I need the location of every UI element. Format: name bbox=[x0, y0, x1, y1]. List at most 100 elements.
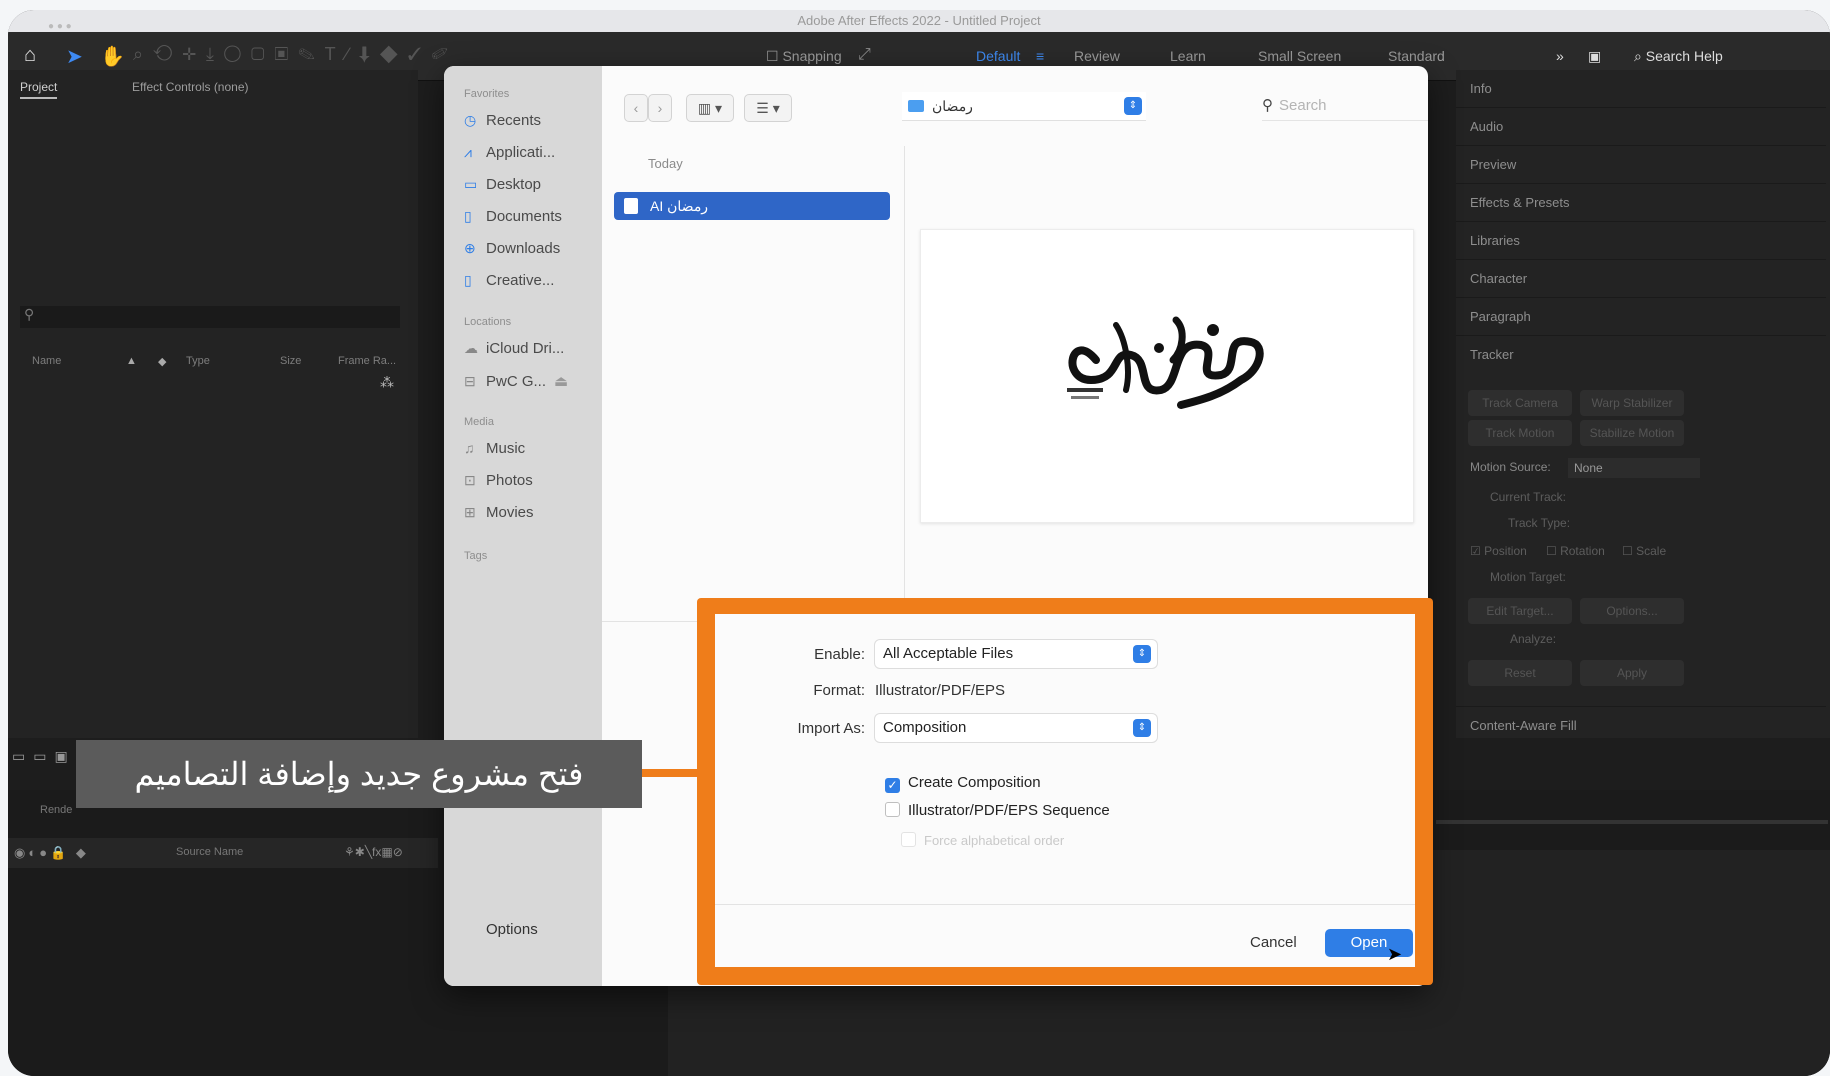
tab-effect-controls[interactable]: Effect Controls (none) bbox=[132, 80, 249, 94]
stabilize-motion-button[interactable]: Stabilize Motion bbox=[1580, 420, 1684, 446]
analyze-label: Analyze: bbox=[1510, 632, 1557, 646]
time-ruler[interactable] bbox=[1436, 790, 1828, 824]
cancel-button[interactable]: Cancel bbox=[1250, 934, 1297, 951]
locations-header: Locations bbox=[464, 316, 512, 328]
sidebar-item-documents[interactable]: ▯ Documents bbox=[464, 208, 562, 225]
sidebar-item-music[interactable]: ♫ Music bbox=[464, 440, 525, 457]
file-icon bbox=[624, 198, 638, 214]
warp-stabilizer-button[interactable]: Warp Stabilizer bbox=[1580, 390, 1684, 416]
sidebar-item-creative[interactable]: ▯ Creative... bbox=[464, 272, 554, 289]
create-composition-checkbox[interactable]: ✓ Create Composition bbox=[885, 774, 1041, 793]
snapping-label: Snapping bbox=[782, 48, 842, 64]
panel-paragraph[interactable]: Paragraph bbox=[1456, 298, 1826, 336]
position-label: Position bbox=[1484, 544, 1527, 558]
sidebar-item-downloads[interactable]: ⊕ Downloads bbox=[464, 240, 560, 257]
options-button[interactable]: Options bbox=[486, 921, 538, 938]
reset-button[interactable]: Reset bbox=[1468, 660, 1572, 686]
calligraphy-artwork bbox=[1067, 316, 1264, 409]
column-size[interactable]: Size bbox=[280, 355, 301, 367]
scale-checkbox[interactable]: ☐ Scale bbox=[1622, 544, 1666, 558]
sidebar-label: Recents bbox=[486, 112, 542, 129]
column-name[interactable]: Name bbox=[32, 355, 61, 367]
project-panel: Project Effect Controls (none) ⚲ Name ▲ … bbox=[8, 70, 418, 764]
group-button[interactable]: ☰ ▾ bbox=[744, 94, 792, 122]
tab-project[interactable]: Project bbox=[20, 80, 58, 99]
sidebar-item-desktop[interactable]: ▭ Desktop bbox=[464, 176, 541, 193]
panel-toggle-icon[interactable]: ▣ bbox=[1588, 48, 1601, 65]
checkbox-disabled bbox=[901, 832, 916, 847]
eject-icon[interactable]: ⏏ bbox=[554, 373, 568, 390]
checkbox-empty bbox=[885, 802, 900, 817]
options-button-tracker[interactable]: Options... bbox=[1580, 598, 1684, 624]
sidebar-label: Downloads bbox=[486, 240, 561, 257]
panel-info[interactable]: Info bbox=[1456, 70, 1826, 108]
app-title: Adobe After Effects 2022 - Untitled Proj… bbox=[797, 13, 1041, 28]
create-composition-label: Create Composition bbox=[908, 774, 1041, 791]
media-header: Media bbox=[464, 416, 494, 428]
enable-select[interactable]: All Acceptable Files ⇕ bbox=[875, 640, 1157, 668]
hand-tool-icon[interactable]: ✋ bbox=[100, 44, 125, 69]
column-frame-rate[interactable]: Frame Ra... bbox=[338, 355, 396, 367]
sidebar-label: Documents bbox=[486, 208, 562, 225]
finder-sidebar: Favorites ◷ Recents ⩘ Applicati... ▭ Deskto… bbox=[444, 66, 602, 986]
sidebar-item-pwc[interactable]: ⊟ PwC G... ⏏ bbox=[464, 372, 568, 390]
workspace-default[interactable]: Default bbox=[976, 48, 1020, 64]
edit-target-button[interactable]: Edit Target... bbox=[1468, 598, 1572, 624]
workspace-standard[interactable]: Standard bbox=[1388, 48, 1445, 64]
snapping-checkbox[interactable]: ☐ Snapping bbox=[766, 48, 842, 65]
folder-path-select[interactable]: رمضان ⇕ bbox=[902, 92, 1146, 121]
sidebar-item-applications[interactable]: ⩘ Applicati... bbox=[464, 144, 555, 161]
format-value: Illustrator/PDF/EPS bbox=[875, 682, 1006, 699]
project-search-input[interactable]: ⚲ bbox=[20, 306, 400, 328]
workspace-menu-icon[interactable]: ≡ bbox=[1036, 48, 1044, 64]
home-icon[interactable]: ⌂ bbox=[24, 44, 36, 67]
search-input[interactable]: ⚲ Search bbox=[1262, 92, 1428, 121]
panel-preview[interactable]: Preview bbox=[1456, 146, 1826, 184]
panel-tracker[interactable]: Tracker bbox=[1456, 336, 1826, 374]
view-columns-button[interactable]: ▥ ▾ bbox=[686, 94, 734, 122]
render-queue-label[interactable]: Rende bbox=[40, 804, 72, 816]
forward-button[interactable]: › bbox=[648, 94, 672, 122]
flowchart-icon[interactable]: ⁂ bbox=[380, 374, 394, 391]
tags-header: Tags bbox=[464, 550, 488, 562]
column-type[interactable]: Type bbox=[186, 355, 210, 367]
sidebar-label: Applicati... bbox=[486, 144, 556, 161]
overflow-icon[interactable]: » bbox=[1556, 48, 1564, 64]
stepper-icon: ⇕ bbox=[1124, 97, 1142, 115]
file-name: AI رمضان bbox=[650, 198, 709, 214]
workspace-learn[interactable]: Learn bbox=[1170, 48, 1206, 64]
sequence-checkbox[interactable]: Illustrator/PDF/EPS Sequence bbox=[885, 802, 1110, 819]
track-camera-button[interactable]: Track Camera bbox=[1468, 390, 1572, 416]
highlight-box: Enable: All Acceptable Files ⇕ Format: Il… bbox=[697, 598, 1433, 985]
motion-source-select[interactable]: None bbox=[1568, 458, 1700, 478]
sidebar-item-icloud[interactable]: ☁ iCloud Dri... bbox=[464, 340, 564, 357]
search-icon: ⚲ bbox=[24, 306, 35, 322]
file-list-item-selected[interactable]: AI رمضان bbox=[614, 192, 890, 220]
sidebar-label: Photos bbox=[486, 472, 533, 489]
position-checkbox[interactable]: ☑ Position bbox=[1470, 544, 1527, 558]
panel-libraries[interactable]: Libraries bbox=[1456, 222, 1826, 260]
panel-audio[interactable]: Audio bbox=[1456, 108, 1826, 146]
import-as-value: Composition bbox=[883, 719, 967, 736]
panel-effects-presets[interactable]: Effects & Presets bbox=[1456, 184, 1826, 222]
layer-switch-icons[interactable]: ⚘✱╲fx▦⊘ bbox=[344, 845, 403, 859]
workspace-small-screen[interactable]: Small Screen bbox=[1258, 48, 1341, 64]
search-icon: ⚲ bbox=[1262, 97, 1273, 114]
sidebar-item-photos[interactable]: ⊡ Photos bbox=[464, 472, 533, 489]
source-name-column[interactable]: Source Name bbox=[176, 846, 243, 858]
panel-content-aware-fill[interactable]: Content-Aware Fill bbox=[1456, 706, 1826, 744]
search-help-field[interactable]: ⌕ Search Help bbox=[1634, 48, 1723, 65]
snap-icon[interactable]: ⤢ bbox=[858, 46, 871, 64]
switches-icons[interactable]: ◉◐●🔒 ◆ bbox=[14, 845, 89, 861]
track-motion-button[interactable]: Track Motion bbox=[1468, 420, 1572, 446]
music-icon: ♫ bbox=[464, 440, 475, 456]
sidebar-item-movies[interactable]: ⊞ Movies bbox=[464, 504, 534, 521]
sidebar-item-recents[interactable]: ◷ Recents bbox=[464, 112, 541, 129]
import-as-select[interactable]: Composition ⇕ bbox=[875, 714, 1157, 742]
workspace-review[interactable]: Review bbox=[1074, 48, 1120, 64]
selection-tool-icon[interactable]: ➤ bbox=[66, 44, 83, 69]
back-button[interactable]: ‹ bbox=[624, 94, 648, 122]
rotation-checkbox[interactable]: ☐ Rotation bbox=[1546, 544, 1605, 558]
panel-character[interactable]: Character bbox=[1456, 260, 1826, 298]
apply-button[interactable]: Apply bbox=[1580, 660, 1684, 686]
